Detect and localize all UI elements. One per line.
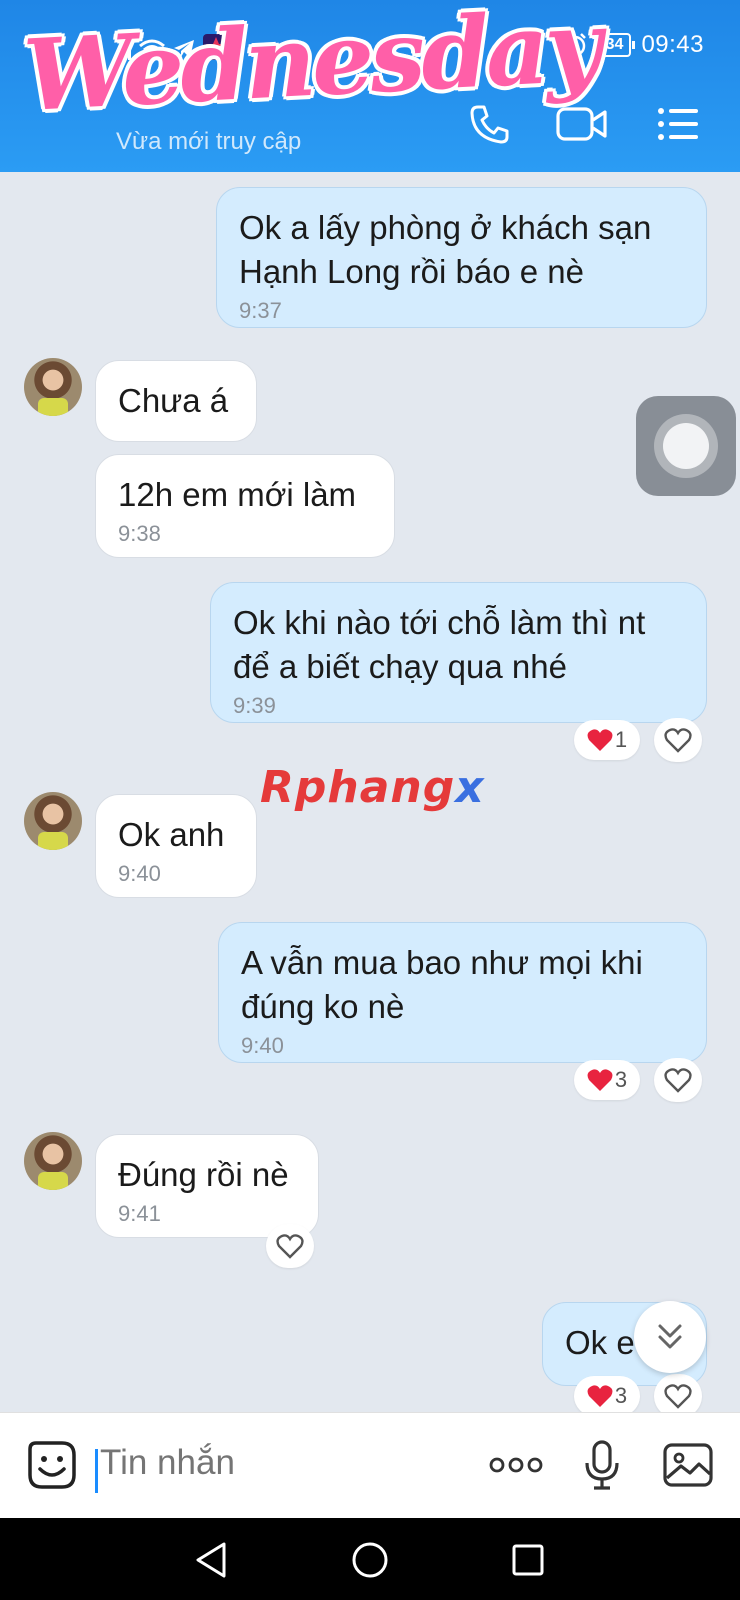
message-composer	[0, 1412, 740, 1518]
nav-recents-button[interactable]	[506, 1538, 550, 1582]
reaction-summary[interactable]: 3	[574, 1060, 640, 1100]
battery-level: 34	[597, 33, 636, 57]
reaction-summary[interactable]: 3	[574, 1376, 640, 1412]
message-time: 9:41	[118, 1201, 161, 1226]
phone-icon	[470, 105, 509, 144]
heart-outline-icon	[664, 1068, 692, 1093]
chevron-double-down-icon	[658, 1324, 682, 1349]
contact-avatar[interactable]	[24, 358, 82, 416]
more-button[interactable]	[486, 1435, 546, 1495]
contact-status: Vừa mới truy cập	[116, 128, 302, 155]
message-text-line: Ok a lấy phòng ở khách sạn	[239, 209, 652, 246]
reaction-count: 1	[614, 727, 628, 752]
sticker-button[interactable]	[22, 1435, 82, 1495]
menu-list-icon	[658, 108, 698, 140]
outgoing-message[interactable]: Ok khi nào tới chỗ làm thì nt để a biết …	[210, 582, 707, 723]
reaction-summary[interactable]: 1	[574, 720, 640, 760]
image-icon	[663, 1443, 713, 1487]
message-time: 9:40	[241, 1033, 284, 1058]
heart-icon	[587, 1385, 613, 1407]
message-text: Ok anh	[118, 816, 225, 853]
scroll-to-bottom-button[interactable]	[634, 1301, 706, 1373]
call-button[interactable]	[462, 96, 518, 152]
incoming-message[interactable]: Chưa á	[95, 360, 257, 442]
message-list[interactable]: Ok a lấy phòng ở khách sạn Hạnh Long rồi…	[0, 172, 740, 1412]
outgoing-message[interactable]: Ok a lấy phòng ở khách sạn Hạnh Long rồi…	[216, 187, 707, 328]
heart-outline-icon	[664, 1384, 692, 1409]
more-icon	[489, 1457, 543, 1473]
video-call-icon	[556, 107, 607, 141]
react-button[interactable]	[654, 718, 702, 762]
heart-outline-icon	[664, 728, 692, 753]
heart-icon	[587, 1069, 613, 1091]
react-button[interactable]	[266, 1224, 314, 1268]
back-nav-icon	[196, 1542, 226, 1578]
message-text: Đúng rồi nè	[118, 1156, 289, 1193]
incoming-message[interactable]: Đúng rồi nè 9:41	[95, 1134, 319, 1238]
image-picker-button[interactable]	[658, 1435, 718, 1495]
message-time: 9:40	[118, 861, 161, 886]
message-time: 9:37	[239, 298, 282, 323]
heart-outline-icon	[276, 1234, 304, 1259]
watermark: Rphangx	[260, 762, 485, 813]
assistive-touch-button[interactable]	[636, 396, 736, 496]
message-text: 12h em mới làm	[118, 476, 357, 513]
nav-home-button[interactable]	[348, 1538, 392, 1582]
reaction-count: 3	[614, 1383, 628, 1408]
contact-avatar[interactable]	[24, 1132, 82, 1190]
message-input[interactable]	[100, 1443, 460, 1483]
video-call-button[interactable]	[554, 96, 610, 152]
message-time: 9:39	[233, 693, 276, 718]
message-text-line: Hạnh Long rồi báo e nè	[239, 253, 584, 290]
react-button[interactable]	[654, 1374, 702, 1412]
incoming-message[interactable]: 12h em mới làm 9:38	[95, 454, 395, 558]
sticker-icon	[28, 1441, 76, 1489]
heart-icon	[587, 729, 613, 751]
options-menu-button[interactable]	[650, 96, 706, 152]
system-navigation-bar	[0, 1518, 740, 1600]
reaction-count: 3	[614, 1067, 628, 1092]
incoming-message[interactable]: Ok anh 9:40	[95, 794, 257, 898]
contact-avatar[interactable]	[24, 792, 82, 850]
message-text: Ok e	[565, 1324, 635, 1361]
nav-back-button[interactable]	[190, 1538, 234, 1582]
message-time: 9:38	[118, 521, 161, 546]
recents-nav-icon	[512, 1544, 544, 1576]
message-text-line: đúng ko nè	[241, 988, 405, 1025]
voice-message-button[interactable]	[572, 1435, 632, 1495]
message-text: Chưa á	[118, 382, 229, 419]
home-nav-icon	[352, 1542, 388, 1578]
text-cursor	[95, 1449, 98, 1493]
message-text-line: Ok khi nào tới chỗ làm thì nt	[233, 604, 646, 641]
outgoing-message[interactable]: A vẫn mua bao như mọi khi đúng ko nè 9:4…	[218, 922, 707, 1063]
status-time: 09:43	[641, 31, 704, 58]
react-button[interactable]	[654, 1058, 702, 1102]
microphone-icon	[585, 1440, 619, 1490]
chat-header: 34 09:43 Wednesday Vừa mới truy cập	[0, 0, 740, 172]
message-text-line: A vẫn mua bao như mọi khi	[241, 944, 643, 981]
message-text-line: để a biết chạy qua nhé	[233, 648, 567, 685]
